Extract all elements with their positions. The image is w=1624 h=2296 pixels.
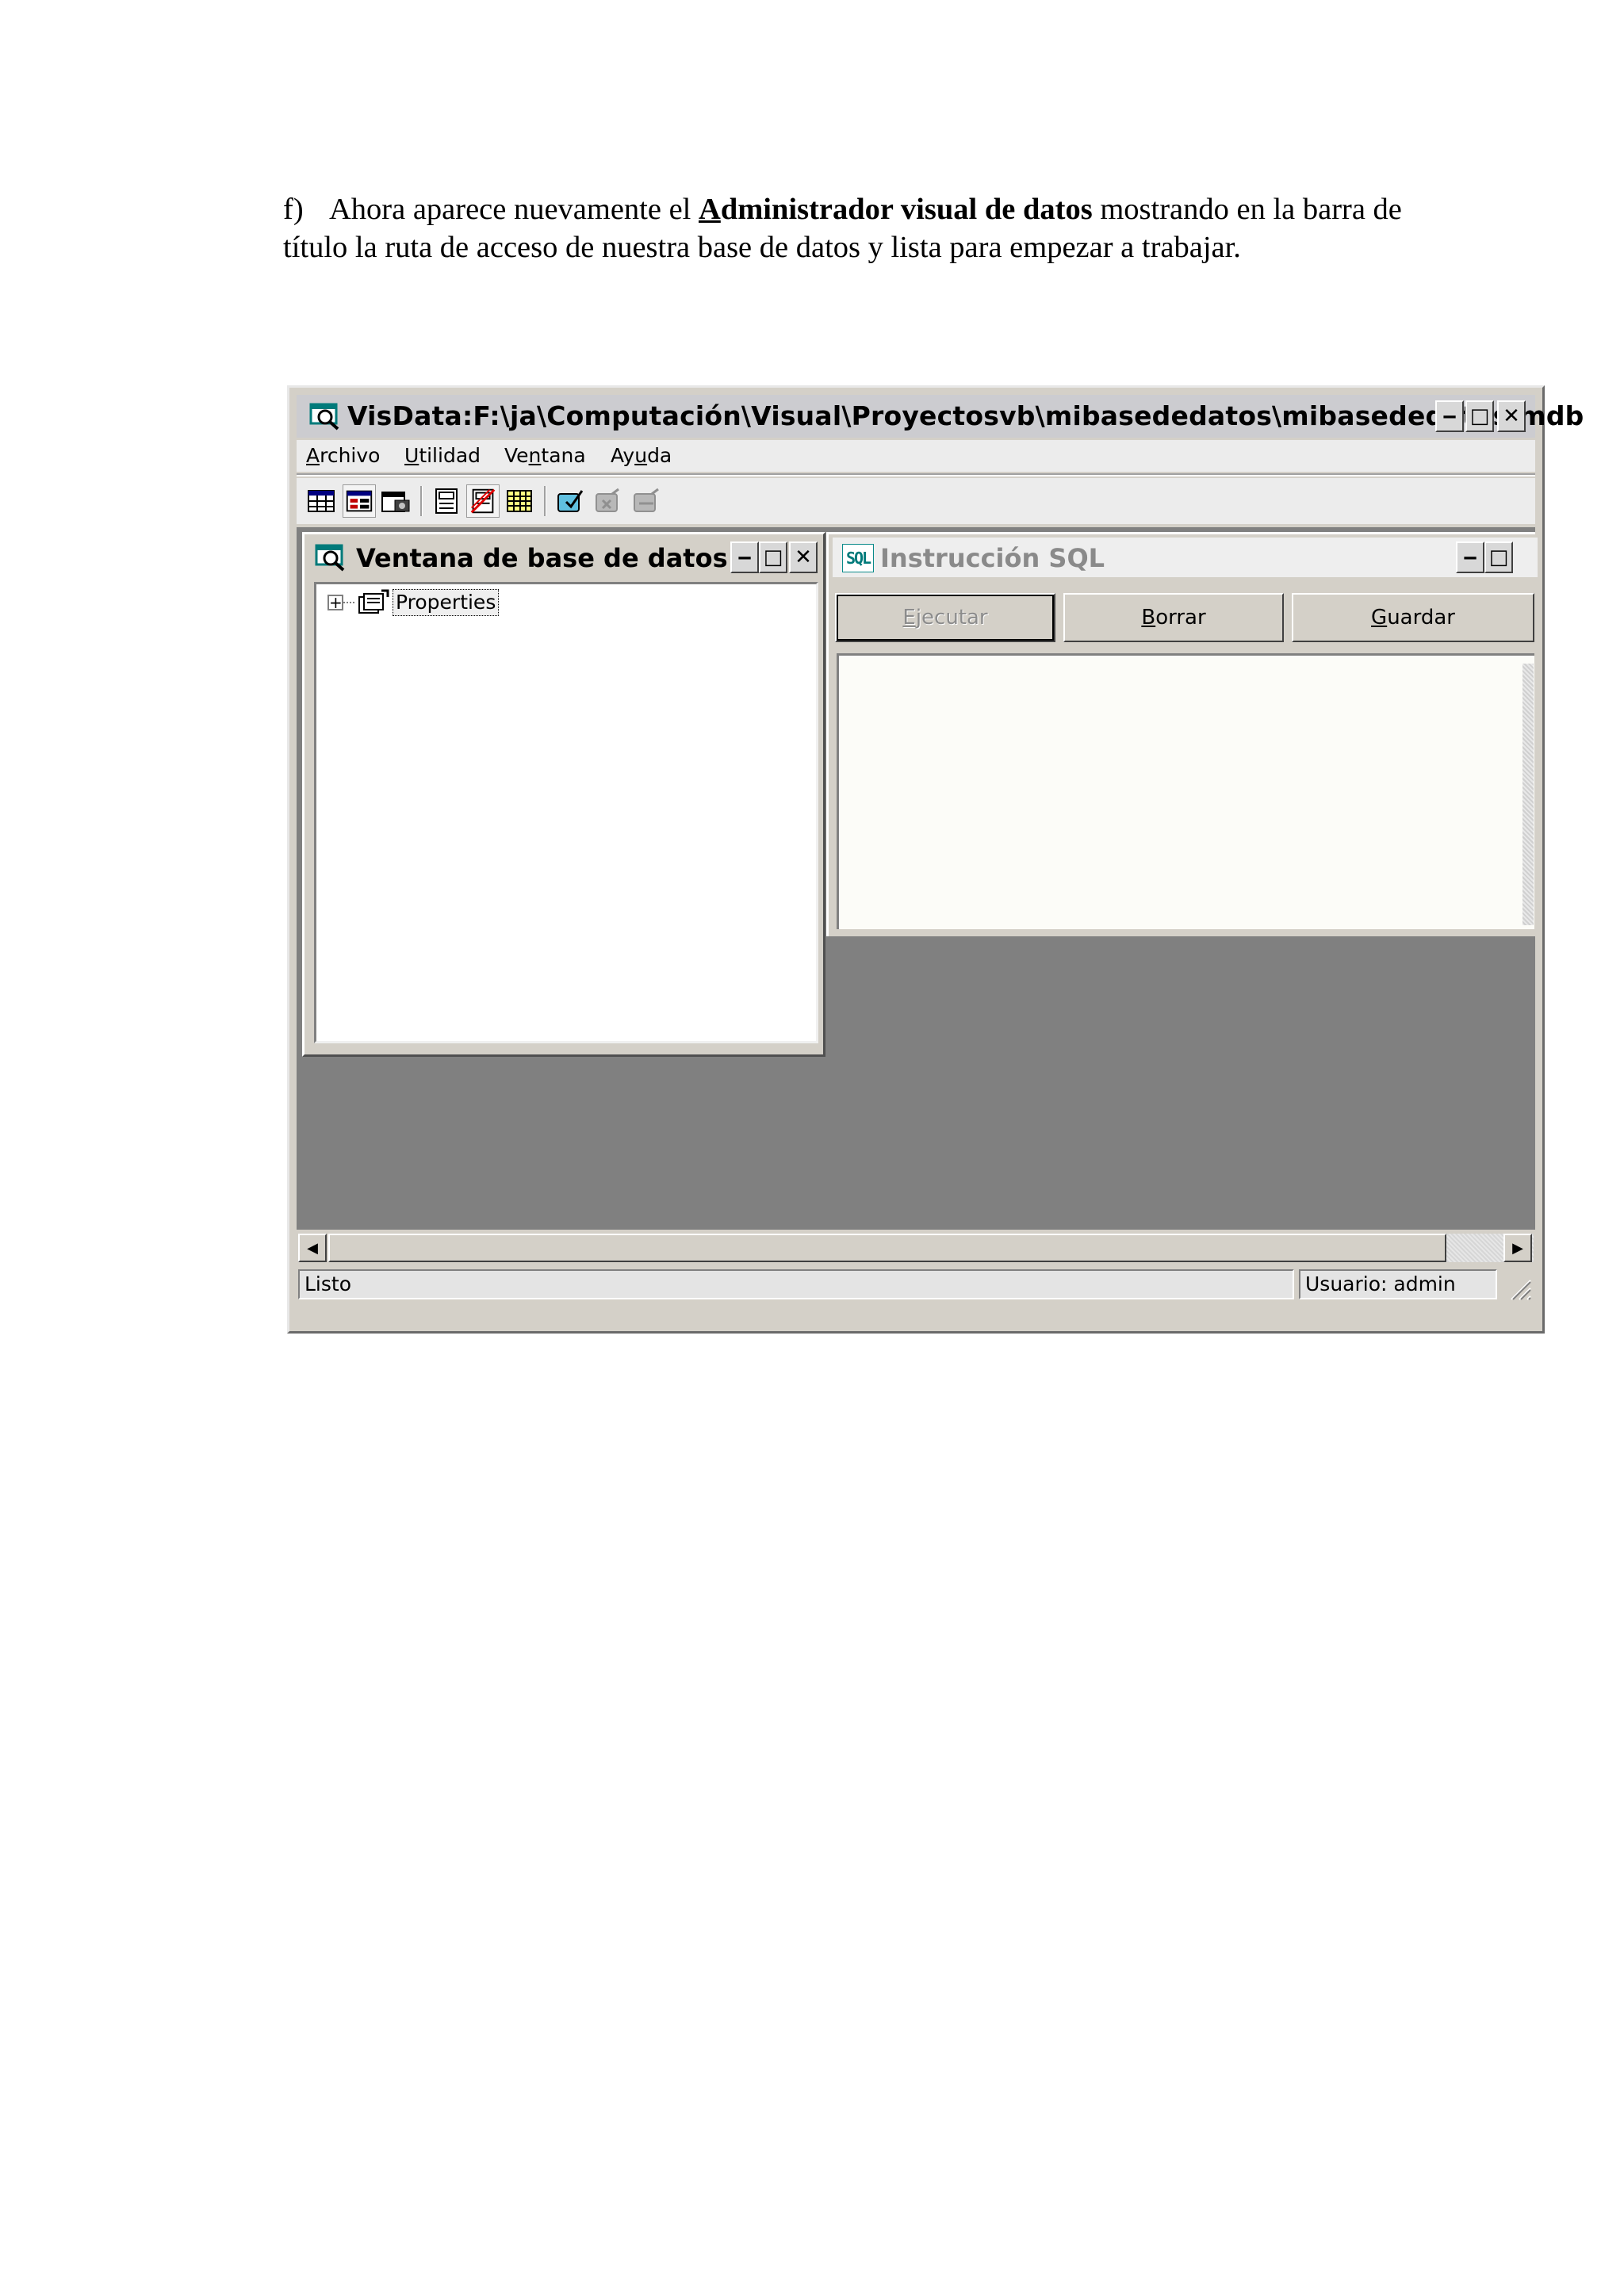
expand-plus-icon[interactable]: + — [327, 595, 343, 610]
menu-utilidad[interactable]: Utilidad — [404, 443, 481, 469]
sql-window-titlebar: SQL Instrucción SQL ‒ □ — [833, 538, 1538, 577]
clear-button-label: orrar — [1155, 606, 1206, 629]
horizontal-scrollbar[interactable]: ◀ ▶ — [297, 1232, 1535, 1264]
dbgrid-control-icon[interactable] — [503, 484, 536, 518]
visdata-screenshot: VisData:F:\ja\Computación\Visual\Proyect… — [287, 385, 1584, 1334]
save-button[interactable]: Guardar — [1292, 593, 1534, 642]
toolbar-separator — [420, 486, 423, 516]
close-icon: ✕ — [1503, 404, 1520, 428]
save-button-label: uardar — [1387, 606, 1455, 629]
database-window-titlebar: Ventana de base de datos ‒ □ ✕ — [308, 538, 819, 577]
resize-grip-icon[interactable] — [1503, 1272, 1532, 1301]
clear-button-mnemonic: B — [1141, 606, 1156, 629]
rollback-transaction-icon[interactable] — [630, 484, 663, 518]
scroll-thumb[interactable] — [328, 1234, 1446, 1262]
properties-icon — [358, 589, 389, 614]
maximize-icon: □ — [1469, 404, 1490, 428]
database-window-title: Ventana de base de datos — [356, 543, 728, 573]
menu-archivo-mnemonic: A — [306, 444, 320, 467]
execute-button-label: jecutar — [915, 606, 988, 629]
execute-button[interactable]: Ejecutar — [835, 593, 1055, 642]
maximize-icon: □ — [763, 545, 783, 569]
menu-utilidad-label: tilidad — [419, 444, 481, 467]
tree-connector — [343, 602, 354, 603]
status-user: Usuario: admin — [1299, 1269, 1497, 1299]
commit-transaction-icon[interactable] — [592, 484, 625, 518]
paragraph-text-start: Ahora aparece nuevamente el — [329, 193, 699, 226]
maximize-icon: □ — [1488, 545, 1509, 569]
menu-ventana-mnemonic: n — [528, 444, 542, 467]
scroll-left-button[interactable]: ◀ — [298, 1234, 327, 1262]
menubar: Archivo Utilidad Ventana Ayuda — [297, 440, 1535, 472]
maximize-button[interactable]: □ — [1465, 400, 1494, 432]
database-window: Ventana de base de datos ‒ □ ✕ + Propert… — [302, 532, 825, 1057]
arrow-right-icon: ▶ — [1512, 1239, 1523, 1257]
menu-archivo-label: rchivo — [320, 444, 381, 467]
mdi-client-area: Ventana de base de datos ‒ □ ✕ + Propert… — [297, 527, 1538, 1230]
minimize-icon: ‒ — [737, 545, 753, 569]
execute-button-mnemonic: E — [902, 606, 916, 629]
sql-window-maximize-button[interactable]: □ — [1484, 541, 1513, 573]
instruction-paragraph: f) Ahora aparece nuevamente el Administra… — [283, 190, 1433, 266]
database-tree: + Properties — [314, 582, 818, 1043]
bold-app-name-mnemonic: A — [699, 193, 721, 226]
clear-button[interactable]: Borrar — [1063, 593, 1284, 642]
bold-app-name-rest: dministrador visual de datos — [720, 193, 1093, 226]
step-label: f) — [283, 193, 304, 226]
table-view-icon[interactable] — [304, 484, 338, 518]
bold-app-name: Administrador visual de datos — [699, 193, 1093, 226]
minimize-icon: ‒ — [1442, 404, 1457, 428]
sql-window-title: Instrucción SQL — [880, 543, 1105, 573]
database-window-icon — [315, 544, 345, 572]
toolbar-separator — [544, 486, 546, 516]
menu-ayuda-mnemonic: u — [634, 444, 648, 467]
database-window-close-button[interactable]: ✕ — [789, 541, 818, 573]
menu-ventana[interactable]: Ventana — [504, 443, 586, 469]
menu-ayuda[interactable]: Ayuda — [611, 443, 672, 469]
scroll-right-button[interactable]: ▶ — [1503, 1234, 1532, 1262]
app-title: VisData:F:\ja\Computación\Visual\Proyect… — [347, 400, 1584, 431]
sql-text-area[interactable] — [837, 653, 1534, 929]
menu-ayuda-prefix: Ay — [611, 444, 635, 467]
statusbar: Listo Usuario: admin — [297, 1266, 1535, 1303]
database-window-maximize-button[interactable]: □ — [759, 541, 787, 573]
save-button-mnemonic: G — [1371, 606, 1388, 629]
grid-view-icon[interactable] — [379, 484, 412, 518]
database-window-minimize-button[interactable]: ‒ — [730, 541, 759, 573]
tree-item-properties[interactable]: Properties — [393, 589, 500, 616]
menu-utilidad-mnemonic: U — [404, 444, 419, 467]
sql-window-minimize-button[interactable]: ‒ — [1456, 541, 1484, 573]
sql-icon: SQL — [842, 544, 874, 572]
menu-ayuda-label: da — [647, 444, 672, 467]
form-view-icon[interactable] — [343, 484, 376, 518]
minimize-icon: ‒ — [1462, 545, 1478, 569]
menubar-divider — [297, 473, 1535, 476]
visdata-app-icon — [309, 403, 339, 430]
menu-ventana-prefix: Ve — [504, 444, 529, 467]
data-control-icon[interactable] — [430, 484, 463, 518]
status-text: Listo — [298, 1269, 1294, 1299]
close-button[interactable]: ✕ — [1497, 400, 1526, 432]
sql-vertical-scrollbar[interactable] — [1522, 664, 1534, 925]
arrow-left-icon: ◀ — [307, 1239, 318, 1257]
begin-transaction-icon[interactable] — [553, 484, 587, 518]
toolbar — [297, 478, 1535, 524]
no-data-control-icon[interactable] — [466, 484, 500, 518]
close-icon: ✕ — [795, 545, 812, 569]
sql-statement-window: SQL Instrucción SQL ‒ □ Ejecutar Borrar … — [826, 532, 1538, 936]
menu-archivo[interactable]: Archivo — [306, 443, 380, 469]
minimize-button[interactable]: ‒ — [1435, 400, 1464, 432]
menu-ventana-label: tana — [541, 444, 586, 467]
app-titlebar: VisData:F:\ja\Computación\Visual\Proyect… — [297, 395, 1584, 438]
